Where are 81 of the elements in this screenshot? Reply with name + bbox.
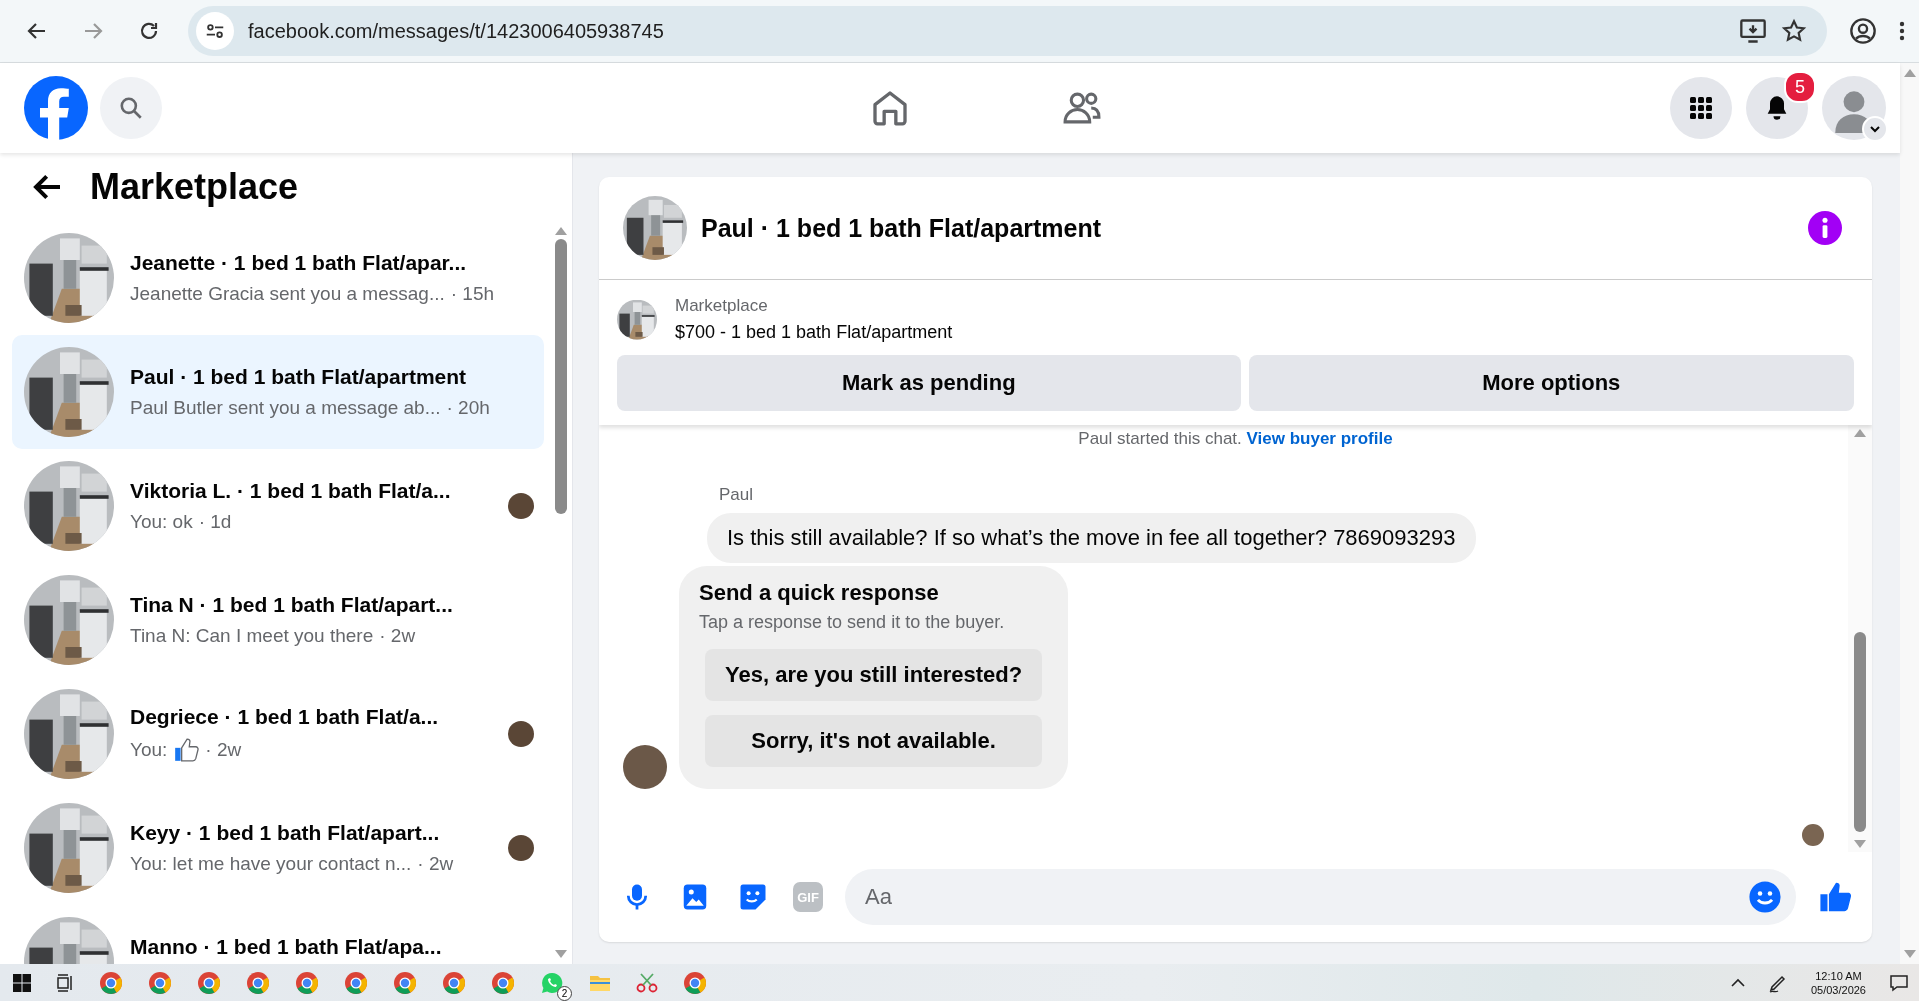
quick-reply-button[interactable]: Yes, are you still interested?	[705, 649, 1043, 701]
message-preview: You: ok	[130, 511, 193, 533]
menu-icon[interactable]	[1899, 19, 1905, 43]
conversation-title: Manno · 1 bed 1 bath Flat/apa...	[130, 935, 443, 959]
conversation-item[interactable]: Viktoria L. · 1 bed 1 bath Flat/a... You: ok · 1d	[12, 449, 544, 563]
install-icon[interactable]	[1739, 17, 1767, 45]
clock-time[interactable]: 12:10 AM	[1815, 968, 1862, 983]
profile-icon[interactable]	[1849, 17, 1877, 45]
browser-icon[interactable]	[393, 970, 417, 995]
browser-icon[interactable]	[295, 970, 319, 995]
sidebar-title: Marketplace	[90, 166, 299, 208]
emoji-button[interactable]	[1748, 879, 1784, 915]
windows-icon[interactable]	[12, 972, 32, 993]
browser-icon[interactable]	[197, 970, 221, 995]
chat-app-icon[interactable]	[540, 970, 564, 995]
buyer-profile-link[interactable]: View buyer profile	[1246, 429, 1393, 448]
logo[interactable]	[24, 76, 88, 140]
message-preview: Jeanette Gracia sent you a messag...	[130, 283, 445, 305]
mark-pending-button[interactable]: Mark as pending	[617, 355, 1241, 411]
scroll-down-icon[interactable]	[1903, 950, 1916, 958]
message-bubble: Is this still available? If so what’s the move in fee all together? 7869093293	[707, 513, 1476, 563]
conversation-item[interactable]: Tina N · 1 bed 1 bath Flat/apart... Tina N: Can I meet you there · 2w	[12, 563, 544, 677]
more-options-button[interactable]: More options	[1248, 355, 1854, 411]
listing-label: Marketplace	[675, 296, 769, 316]
browser-icon[interactable]	[683, 970, 707, 995]
info-icon[interactable]	[1808, 211, 1842, 245]
conversation-item[interactable]: Keyy · 1 bed 1 bath Flat/apart... You: let me have your contact n... · 2w	[12, 791, 544, 905]
browser-icon[interactable]	[246, 970, 270, 995]
scroll-up-icon[interactable]	[555, 227, 567, 235]
clock-date[interactable]: 05/03/2026	[1810, 982, 1866, 997]
scrollbar-thumb[interactable]	[555, 239, 567, 514]
notification-center-icon[interactable]	[1889, 972, 1909, 993]
message-time: · 15h	[450, 283, 495, 305]
site-info-button[interactable]	[196, 12, 234, 50]
message-preview: Paul Butler sent you a message ab...	[130, 397, 441, 419]
grid-icon	[1688, 95, 1714, 121]
quick-response-title: Send a quick response	[699, 580, 940, 606]
conversation-item[interactable]: Degriece · 1 bed 1 bath Flat/a... You: · 2w	[12, 677, 544, 791]
conversation-title: Paul · 1 bed 1 bath Flat/apartment	[130, 365, 468, 389]
avatar	[1802, 824, 1824, 846]
message-time: · 1d	[198, 511, 232, 533]
conversation-title: Jeanette · 1 bed 1 bath Flat/apar...	[130, 251, 468, 275]
chevron-up-icon[interactable]	[1730, 977, 1745, 988]
avatar	[623, 745, 667, 789]
star-icon[interactable]	[1781, 18, 1807, 44]
home-icon	[870, 88, 910, 128]
conversation-item[interactable]: Jeanette · 1 bed 1 bath Flat/apar... Jeanette Gracia sent you a messag... · 15h	[12, 221, 544, 335]
message-preview: You: let me have your contact n...	[130, 853, 412, 875]
message-preview: Tina N: Can I meet you there	[130, 625, 374, 647]
message-time: · 2w	[379, 625, 416, 647]
sender-name: Paul	[719, 485, 755, 505]
caret-icon	[1869, 123, 1881, 135]
task-view-icon[interactable]	[55, 972, 75, 993]
scroll-up-icon[interactable]	[1903, 69, 1916, 77]
browser-icon[interactable]	[491, 970, 515, 995]
scroll-up-icon[interactable]	[1854, 429, 1866, 437]
quick-reply-button[interactable]: Sorry, it's not available.	[705, 715, 1043, 767]
browser-icon[interactable]	[99, 970, 123, 995]
search-icon	[118, 95, 144, 121]
message-time: · 20h	[446, 397, 490, 419]
scroll-down-icon[interactable]	[1854, 840, 1866, 848]
conversation-title: Keyy · 1 bed 1 bath Flat/apart...	[130, 821, 441, 845]
conversation-title: Degriece · 1 bed 1 bath Flat/a...	[130, 705, 440, 729]
thumbs-up-icon	[173, 737, 200, 763]
message-time: · 2w	[417, 853, 454, 875]
quick-response-hint: Tap a response to send it to the buyer.	[699, 612, 1006, 633]
message-field[interactable]: Aa	[845, 869, 1796, 925]
chat-notice: Paul started this chat. View buyer profile	[1077, 429, 1394, 449]
conversation-title: Viktoria L. · 1 bed 1 bath Flat/a...	[130, 479, 452, 503]
scrollbar-thumb[interactable]	[1854, 632, 1866, 832]
browser-icon[interactable]	[344, 970, 368, 995]
message-preview: You:	[130, 739, 168, 761]
message-time: · 2w	[205, 739, 242, 761]
browser-icon[interactable]	[148, 970, 172, 995]
browser-icon[interactable]	[442, 970, 466, 995]
conversation-title: Tina N · 1 bed 1 bath Flat/apart...	[130, 593, 454, 617]
chat-title: Paul · 1 bed 1 bath Flat/apartment	[701, 213, 1103, 243]
notification-badge: 5	[1784, 71, 1816, 103]
scroll-down-icon[interactable]	[555, 950, 567, 958]
listing-title[interactable]: $700 - 1 bed 1 bath Flat/apartment	[675, 322, 953, 343]
conversation-item[interactable]: Paul · 1 bed 1 bath Flat/apartment Paul Butler sent you a message ab... · 20h	[12, 335, 544, 449]
